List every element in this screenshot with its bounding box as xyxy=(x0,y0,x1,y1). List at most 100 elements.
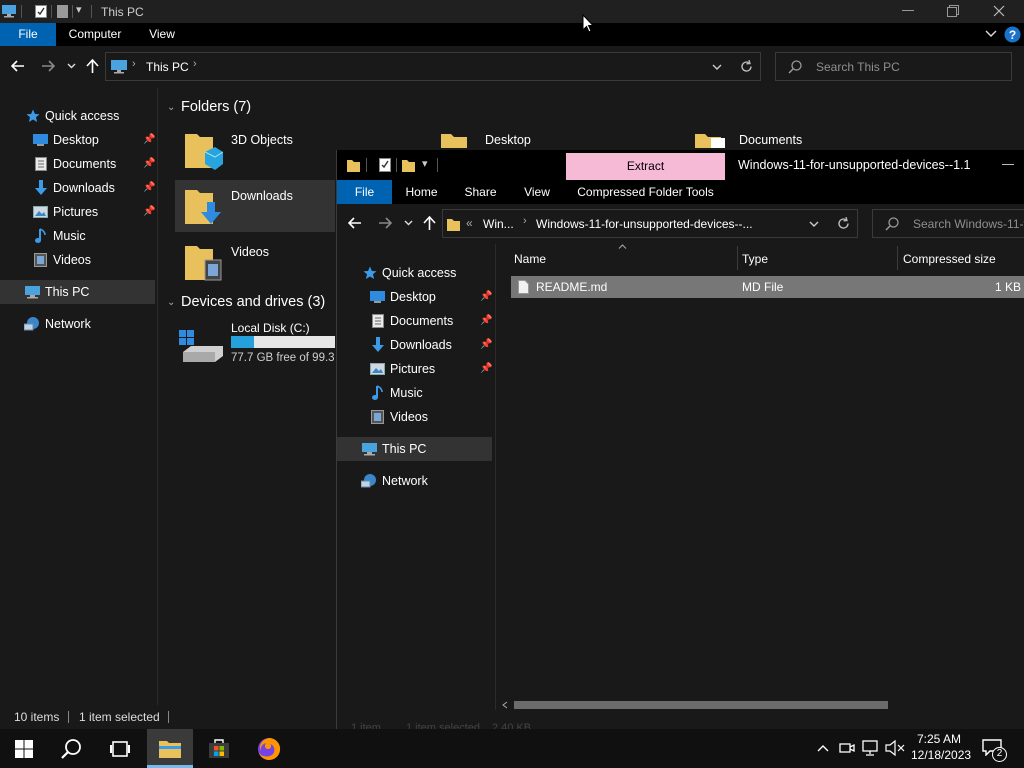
nav-quick-access[interactable]: Quick access xyxy=(337,261,495,285)
tab-file[interactable]: File xyxy=(0,23,56,46)
tab-home[interactable]: Home xyxy=(399,180,444,204)
new-folder-icon[interactable] xyxy=(57,5,68,18)
folders-group-header[interactable]: Folders (7) xyxy=(181,99,251,115)
refresh-icon[interactable] xyxy=(740,60,753,73)
maximize-icon[interactable] xyxy=(947,5,959,17)
tab-view[interactable]: View xyxy=(140,23,184,46)
breadcrumb-part[interactable]: Win... xyxy=(483,217,514,231)
breadcrumb-overflow[interactable]: « xyxy=(466,216,473,230)
microsoft-store-icon[interactable] xyxy=(208,737,230,759)
nav-videos[interactable]: Videos xyxy=(0,248,158,272)
tab-view[interactable]: View xyxy=(517,180,557,204)
nav-desktop[interactable]: Desktop 📌 xyxy=(0,128,158,152)
scrollbar-thumb[interactable] xyxy=(514,701,888,709)
drive-local-disk-c[interactable]: Local Disk (C:) 77.7 GB free of 99.3 xyxy=(175,320,335,370)
up-arrow-icon[interactable] xyxy=(423,216,436,230)
nav-music[interactable]: Music xyxy=(337,381,495,405)
customize-toolbar-chevron-icon[interactable]: ▾ xyxy=(76,3,82,16)
pin-icon[interactable]: 📌 xyxy=(480,291,492,302)
column-separator[interactable] xyxy=(897,246,898,270)
scroll-left-icon[interactable] xyxy=(502,701,508,709)
refresh-icon[interactable] xyxy=(837,217,850,230)
search-box[interactable]: Search This PC xyxy=(775,52,1012,81)
recent-locations-chevron-icon[interactable] xyxy=(67,63,76,69)
new-folder-icon[interactable] xyxy=(402,158,415,172)
notification-center-button[interactable]: 2 xyxy=(980,737,1008,762)
forward-arrow-icon[interactable] xyxy=(41,60,55,72)
column-separator[interactable] xyxy=(737,246,738,270)
expand-ribbon-chevron-icon[interactable] xyxy=(985,30,997,38)
taskbar-time[interactable]: 7:25 AM xyxy=(915,732,963,746)
column-header-compressed-size[interactable]: Compressed size xyxy=(903,252,996,266)
minimize-icon[interactable] xyxy=(1002,164,1014,166)
tab-compressed-folder-tools[interactable]: Compressed Folder Tools xyxy=(566,180,725,204)
nav-this-pc[interactable]: This PC xyxy=(337,437,492,461)
recent-locations-chevron-icon[interactable] xyxy=(404,220,413,226)
breadcrumb-chevron-icon[interactable]: › xyxy=(193,58,197,70)
tab-computer[interactable]: Computer xyxy=(62,23,128,46)
address-bar[interactable]: « Win... › Windows-11-for-unsupported-de… xyxy=(442,209,858,238)
search-icon[interactable] xyxy=(61,738,83,760)
forward-arrow-icon[interactable] xyxy=(378,217,392,229)
back-arrow-icon[interactable] xyxy=(11,60,25,72)
nav-documents[interactable]: Documents 📌 xyxy=(337,309,495,333)
nav-videos[interactable]: Videos xyxy=(337,405,495,429)
address-bar[interactable]: › This PC › xyxy=(105,52,761,81)
collapse-chevron-icon[interactable]: ⌄ xyxy=(167,102,175,113)
pin-icon[interactable]: 📌 xyxy=(143,158,155,169)
nav-desktop[interactable]: Desktop 📌 xyxy=(337,285,495,309)
pin-icon[interactable]: 📌 xyxy=(480,315,492,326)
breadcrumb-part[interactable]: Windows-11-for-unsupported-devices--... xyxy=(536,217,753,231)
table-row[interactable]: README.md MD File 1 KB xyxy=(511,276,1024,298)
folder-3d-objects[interactable]: 3D Objects xyxy=(175,124,335,176)
nav-documents[interactable]: Documents 📌 xyxy=(0,152,158,176)
pin-icon[interactable]: 📌 xyxy=(143,134,155,145)
pin-icon[interactable]: 📌 xyxy=(480,363,492,374)
help-icon[interactable]: ? xyxy=(1004,26,1021,43)
customize-toolbar-chevron-icon[interactable]: ▾ xyxy=(422,157,428,170)
nav-network[interactable]: Network xyxy=(337,469,495,493)
nav-pictures[interactable]: Pictures 📌 xyxy=(337,357,495,381)
tab-extract[interactable]: Extract xyxy=(566,153,725,180)
file-name: README.md xyxy=(536,280,608,294)
nav-music[interactable]: Music xyxy=(0,224,158,248)
show-hidden-icons-chevron-icon[interactable] xyxy=(817,744,829,752)
nav-pictures[interactable]: Pictures 📌 xyxy=(0,200,158,224)
network-status-icon[interactable] xyxy=(862,740,880,756)
close-icon[interactable] xyxy=(993,5,1005,17)
windows-start-icon[interactable] xyxy=(15,740,33,758)
breadcrumb-this-pc[interactable]: This PC xyxy=(146,60,189,74)
tab-file[interactable]: File xyxy=(337,180,392,204)
properties-icon[interactable] xyxy=(35,5,47,18)
nav-downloads[interactable]: Downloads 📌 xyxy=(0,176,158,200)
nav-network[interactable]: Network xyxy=(0,312,158,336)
file-explorer-taskbar-button[interactable] xyxy=(147,729,193,768)
horizontal-scrollbar[interactable] xyxy=(496,700,1024,710)
folder-downloads[interactable]: Downloads xyxy=(175,180,335,232)
folder-videos[interactable]: Videos xyxy=(175,236,335,288)
task-view-icon[interactable] xyxy=(110,739,130,759)
collapse-chevron-icon[interactable]: ⌄ xyxy=(167,297,175,308)
tab-share[interactable]: Share xyxy=(458,180,503,204)
address-history-chevron-icon[interactable] xyxy=(712,64,722,71)
devices-group-header[interactable]: Devices and drives (3) xyxy=(181,294,325,310)
up-arrow-icon[interactable] xyxy=(86,59,99,73)
address-history-chevron-icon[interactable] xyxy=(809,221,819,228)
back-arrow-icon[interactable] xyxy=(348,217,362,229)
nav-this-pc[interactable]: This PC xyxy=(0,280,155,304)
taskbar-date[interactable]: 12/18/2023 xyxy=(911,748,971,762)
nav-downloads[interactable]: Downloads 📌 xyxy=(337,333,495,357)
properties-icon[interactable] xyxy=(379,158,391,172)
nav-quick-access[interactable]: Quick access xyxy=(0,104,158,128)
volume-muted-icon[interactable] xyxy=(885,740,905,756)
column-header-name[interactable]: Name xyxy=(514,252,546,266)
search-box[interactable]: Search Windows-11-for xyxy=(872,209,1024,238)
minimize-icon[interactable] xyxy=(902,10,914,12)
firefox-icon[interactable] xyxy=(257,737,281,761)
ribbon-tabs: File Home Share View Compressed Folder T… xyxy=(337,180,1024,204)
column-header-type[interactable]: Type xyxy=(742,252,768,266)
pin-icon[interactable]: 📌 xyxy=(143,182,155,193)
pin-icon[interactable]: 📌 xyxy=(480,339,492,350)
meet-now-icon[interactable] xyxy=(839,740,855,756)
pin-icon[interactable]: 📌 xyxy=(143,206,155,217)
